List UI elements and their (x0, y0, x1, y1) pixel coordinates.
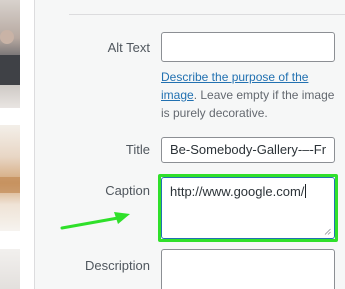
text-cursor (305, 184, 307, 198)
caption-label: Caption (105, 183, 150, 198)
description-textarea[interactable] (161, 249, 335, 289)
title-label: Title (125, 142, 150, 157)
resize-handle-icon[interactable] (324, 228, 331, 235)
media-thumbnail[interactable] (0, 0, 20, 108)
caption-textarea[interactable]: http://www.google.com/ (161, 177, 335, 239)
alt-text-label: Alt Text (107, 40, 150, 55)
media-thumbnail[interactable] (0, 249, 20, 289)
alt-text-input[interactable] (161, 32, 335, 62)
caption-value: http://www.google.com/ (170, 184, 305, 199)
section-divider (69, 14, 345, 15)
media-thumbnail[interactable] (0, 125, 20, 231)
title-input[interactable]: Be-Somebody-Gallery-–-Fr (161, 137, 335, 163)
required-indicator (176, 0, 188, 4)
alt-text-help: Describe the purpose of the image. Leave… (161, 68, 341, 122)
description-label: Description (84, 258, 150, 273)
thumbnail-strip (0, 0, 20, 289)
annotation-arrow-icon (60, 212, 130, 230)
title-value: Be-Somebody-Gallery-–-Fr (170, 142, 327, 157)
